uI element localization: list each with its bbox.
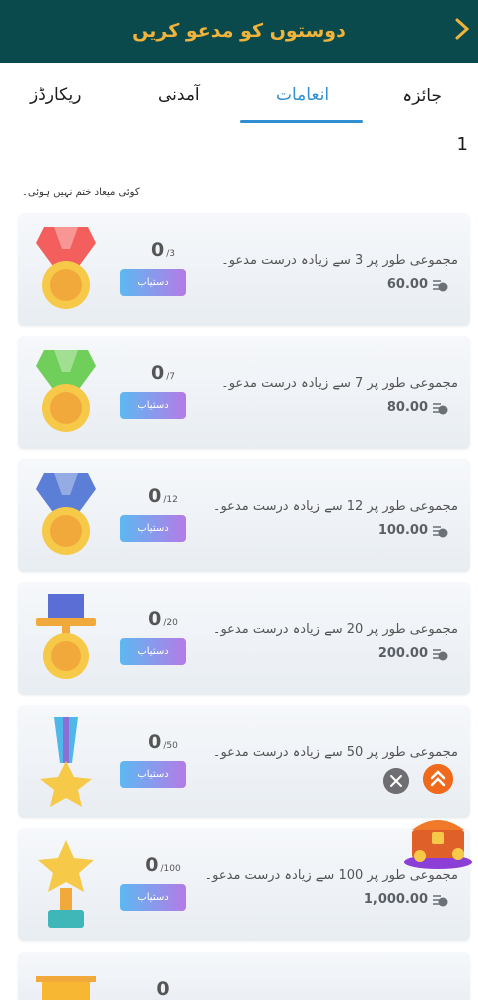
treasure-chest-icon[interactable] [402, 808, 474, 870]
reward-amount: 80.00 [387, 400, 448, 415]
reward-card: 0/50 دستیاب مجموعی طور پر 50 سے زیادہ در… [18, 705, 470, 818]
invite-target: /12 [163, 495, 178, 505]
cup-trophy-icon [36, 976, 96, 1000]
blue-ribbon-medal-icon [36, 473, 96, 555]
reward-amount: 100.00 [378, 523, 448, 538]
invite-target: /7 [166, 372, 175, 382]
active-tab-indicator [240, 120, 363, 123]
reward-description: مجموعی طور پر 100 سے زیادہ درست مدعو۔ [204, 868, 458, 883]
claim-button[interactable]: دستیاب [120, 884, 186, 911]
reward-card: 0/7 دستیاب مجموعی طور پر 7 سے زیادہ درست… [18, 336, 470, 449]
reward-amount-value: 100.00 [377, 523, 428, 538]
tab-bar: جائزہ انعامات آمدنی ریکارڈز [0, 63, 478, 125]
tab-income[interactable]: آمدنی [158, 85, 200, 105]
coin-icon [433, 894, 448, 906]
invite-progress: 0/50 [123, 731, 203, 753]
reward-description: مجموعی طور پر 20 سے زیادہ درست مدعو۔ [212, 622, 458, 637]
page-number: 1 [456, 134, 468, 155]
reward-amount-value: 1,000.00 [363, 892, 428, 907]
coin-icon [433, 525, 448, 537]
claim-button[interactable]: دستیاب [120, 761, 186, 788]
invite-count: 0 [145, 854, 159, 876]
reward-card: 0 [18, 952, 470, 1000]
invite-progress: 0/20 [123, 608, 203, 630]
reward-description: مجموعی طور پر 7 سے زیادہ درست مدعو۔ [221, 376, 458, 391]
expiry-notice: کوئی میعاد ختم نہیں ہوئی۔ [22, 187, 140, 198]
reward-description: مجموعی طور پر 50 سے زیادہ درست مدعو۔ [212, 745, 458, 760]
invite-target: /50 [163, 741, 178, 751]
reward-description: مجموعی طور پر 3 سے زیادہ درست مدعو۔ [221, 253, 458, 268]
app-header: دوستوں کو مدعو کریں [0, 0, 478, 63]
star-ribbon-medal-icon [40, 717, 92, 807]
invite-progress: 0/3 [123, 239, 203, 261]
invite-count: 0 [148, 731, 162, 753]
reward-card: 0/3 دستیاب مجموعی طور پر 3 سے زیادہ درست… [18, 213, 470, 326]
reward-amount: 200.00 [378, 646, 448, 661]
coin-icon [433, 402, 448, 414]
coin-icon [433, 279, 448, 291]
claim-button[interactable]: دستیاب [120, 638, 186, 665]
invite-progress: 0/12 [123, 485, 203, 507]
reward-card: 0/20 دستیاب مجموعی طور پر 20 سے زیادہ در… [18, 582, 470, 695]
reward-amount-value: 60.00 [386, 277, 428, 292]
tab-records[interactable]: ریکارڈز [30, 85, 82, 105]
chevron-right-icon[interactable] [454, 18, 470, 40]
star-trophy-icon [38, 840, 94, 928]
invite-count: 0 [156, 978, 170, 1000]
invite-progress: 0/7 [123, 362, 203, 384]
claim-button[interactable]: دستیاب [120, 392, 186, 419]
reward-amount-value: 200.00 [377, 646, 428, 661]
invite-progress: 0 [123, 978, 203, 1000]
claim-button[interactable]: دستیاب [120, 515, 186, 542]
invite-count: 0 [151, 362, 165, 384]
red-ribbon-medal-icon [36, 227, 96, 309]
invite-count: 0 [148, 485, 162, 507]
reward-amount: 60.00 [387, 277, 448, 292]
reward-card: 0/12 دستیاب مجموعی طور پر 12 سے زیادہ در… [18, 459, 470, 572]
page-title: دوستوں کو مدعو کریں [132, 20, 346, 42]
invite-target: /100 [160, 864, 181, 874]
invite-progress: 0/100 [123, 854, 203, 876]
invite-target: /3 [166, 249, 175, 259]
invite-count: 0 [151, 239, 165, 261]
reward-description: مجموعی طور پر 12 سے زیادہ درست مدعو۔ [212, 499, 458, 514]
reward-amount: 1,000.00 [364, 892, 448, 907]
invite-target: /20 [163, 618, 178, 628]
close-float-icon[interactable] [383, 768, 409, 794]
reward-amount-value: 80.00 [386, 400, 428, 415]
tab-rewards[interactable]: انعامات [276, 85, 329, 105]
tab-overview[interactable]: جائزہ [402, 85, 442, 106]
invite-count: 0 [148, 608, 162, 630]
claim-button[interactable]: دستیاب [120, 269, 186, 296]
scroll-up-icon[interactable] [423, 764, 453, 794]
hat-medal-icon [36, 594, 96, 679]
green-ribbon-medal-icon [36, 350, 96, 432]
coin-icon [433, 648, 448, 660]
